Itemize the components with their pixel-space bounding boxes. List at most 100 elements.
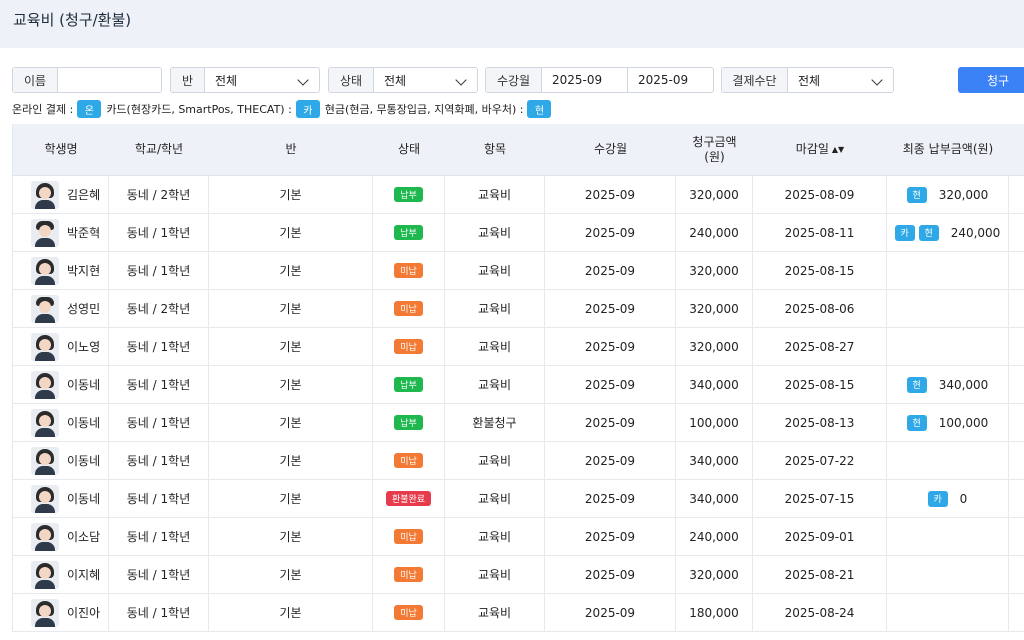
- school-value: 동네 / 1학년: [126, 454, 191, 468]
- period-to-input[interactable]: 2025-09: [628, 68, 713, 92]
- payment-method-tag: 카: [927, 490, 948, 507]
- amount-value: 240,000: [689, 529, 739, 544]
- table-row[interactable]: 이동네 동네 / 1학년 기본 납부 환불청구 2025-09 100,000 2025-08…: [13, 404, 1024, 442]
- col-due[interactable]: 마감일 ▲▼: [753, 124, 887, 175]
- paid-info: 현 100,000: [906, 414, 989, 431]
- paid-amount: 340,000: [938, 377, 989, 392]
- extra-cell: [1009, 404, 1024, 441]
- month-cell: 2025-09: [545, 328, 676, 365]
- class-cell: 기본: [209, 176, 373, 213]
- student-name[interactable]: 박지현: [67, 262, 100, 279]
- table-row[interactable]: 이지혜 동네 / 1학년 기본 미납 교육비 2025-09 320,000 2025-08-…: [13, 556, 1024, 594]
- item-value: 교육비: [477, 606, 512, 620]
- avatar-face: [39, 186, 51, 199]
- paid-cell: 카0: [887, 480, 1009, 517]
- item-value: 환불청구: [472, 416, 517, 430]
- payment-filter[interactable]: 결제수단 전체: [721, 67, 894, 93]
- table-row[interactable]: 박지현 동네 / 1학년 기본 미납 교육비 2025-09 320,000 2025-08-…: [13, 252, 1024, 290]
- status-filter-label: 상태: [329, 68, 374, 92]
- avatar: [31, 370, 59, 399]
- col-amount: 청구금액 (원): [676, 124, 753, 175]
- table-row[interactable]: 박준혁 동네 / 1학년 기본 납부 교육비 2025-09 240,000 2025-08-…: [13, 214, 1024, 252]
- status-select[interactable]: 전체: [374, 68, 477, 92]
- table-row[interactable]: 이동네 동네 / 1학년 기본 미납 교육비 2025-09 340,000 2025-07-…: [13, 442, 1024, 480]
- class-value: 기본: [279, 530, 302, 544]
- extra-cell: [1009, 594, 1024, 631]
- student-name[interactable]: 이진아: [67, 604, 100, 621]
- student-name[interactable]: 이동네: [67, 452, 100, 469]
- col-school: 학교/학년: [134, 142, 184, 156]
- name-input[interactable]: [58, 68, 161, 92]
- paid-amount: 100,000: [938, 415, 989, 430]
- class-select[interactable]: 전체: [205, 68, 319, 92]
- student-name[interactable]: 이지혜: [67, 566, 100, 583]
- month-cell: 2025-09: [545, 480, 676, 517]
- legend-cash-label: 현금(현금, 무통장입금, 지역화폐, 바우처) :: [324, 103, 524, 116]
- item-value: 교육비: [477, 302, 512, 316]
- month-value: 2025-09: [584, 377, 636, 392]
- payment-legend: 온라인 결제 : 온 카드(현장카드, SmartPos, THECAT) : …: [12, 100, 556, 118]
- student-name[interactable]: 성영민: [67, 300, 100, 317]
- cash-tag: 현: [527, 100, 552, 118]
- school-cell: 동네 / 1학년: [109, 594, 209, 631]
- item-cell: 교육비: [445, 480, 545, 517]
- chevron-down-icon: [297, 74, 309, 86]
- student-name[interactable]: 이동네: [67, 490, 100, 507]
- amount-value: 340,000: [689, 491, 739, 506]
- paid-info: 현 340,000: [906, 376, 989, 393]
- amount-cell: 320,000: [676, 328, 753, 365]
- extra-cell: [1009, 442, 1024, 479]
- status-badge: 미납: [394, 529, 423, 544]
- due-cell: 2025-08-15: [753, 252, 887, 289]
- student-name[interactable]: 이동네: [67, 414, 100, 431]
- student-name[interactable]: 이소담: [67, 528, 100, 545]
- table-row[interactable]: 이소담 동네 / 1학년 기본 미납 교육비 2025-09 240,000 2025-09-…: [13, 518, 1024, 556]
- amount-cell: 320,000: [676, 176, 753, 213]
- status-cell: 납부: [373, 176, 445, 213]
- card-tag: 카: [295, 100, 320, 118]
- class-value: 기본: [279, 606, 302, 620]
- school-cell: 동네 / 1학년: [109, 328, 209, 365]
- table-row[interactable]: 이노영 동네 / 1학년 기본 미납 교육비 2025-09 320,000 2025-08-…: [13, 328, 1024, 366]
- student-cell: 이동네: [13, 480, 109, 517]
- payment-select[interactable]: 전체: [788, 68, 893, 92]
- student-cell: 이소담: [13, 518, 109, 555]
- amount-cell: 320,000: [676, 290, 753, 327]
- item-value: 교육비: [477, 264, 512, 278]
- col-paid: 최종 납부금액(원): [902, 142, 994, 156]
- school-value: 동네 / 2학년: [126, 188, 191, 202]
- status-filter[interactable]: 상태 전체: [328, 67, 478, 93]
- class-value: 기본: [279, 264, 302, 278]
- month-value: 2025-09: [584, 491, 636, 506]
- status-cell: 미납: [373, 252, 445, 289]
- status-badge: 미납: [394, 453, 423, 468]
- table-row[interactable]: 이동네 동네 / 1학년 기본 환불완료 교육비 2025-09 340,000 2025-0…: [13, 480, 1024, 518]
- due-value: 2025-08-24: [784, 605, 855, 620]
- period-from-input[interactable]: 2025-09: [542, 68, 628, 92]
- student-name[interactable]: 박준혁: [67, 224, 100, 241]
- table-row[interactable]: 김은혜 동네 / 2학년 기본 납부 교육비 2025-09 320,000 2025-08-…: [13, 176, 1024, 214]
- avatar-face: [39, 338, 51, 351]
- sort-icon[interactable]: ▲▼: [832, 142, 844, 157]
- avatar-body: [35, 579, 55, 589]
- table-row[interactable]: 이동네 동네 / 1학년 기본 납부 교육비 2025-09 340,000 2025-08-…: [13, 366, 1024, 404]
- item-value: 교육비: [477, 454, 512, 468]
- legend-online-label: 온라인 결제 :: [12, 103, 74, 116]
- student-name[interactable]: 김은혜: [67, 186, 100, 203]
- payment-method-tag: 카: [894, 224, 915, 241]
- table-row[interactable]: 성영민 동네 / 2학년 기본 미납 교육비 2025-09 320,000 2025-08-…: [13, 290, 1024, 328]
- table-body: 김은혜 동네 / 2학년 기본 납부 교육비 2025-09 320,000 2025-08-…: [13, 176, 1024, 632]
- online-tag: 온: [77, 100, 102, 118]
- student-cell: 이진아: [13, 594, 109, 631]
- paid-amount: 320,000: [938, 187, 989, 202]
- due-value: 2025-08-21: [784, 567, 855, 582]
- class-filter[interactable]: 반 전체: [170, 67, 320, 93]
- paid-cell: [887, 518, 1009, 555]
- charge-button[interactable]: 청구: [958, 67, 1024, 93]
- table-row[interactable]: 이진아 동네 / 1학년 기본 미납 교육비 2025-09 180,000 2025-08-…: [13, 594, 1024, 632]
- status-cell: 납부: [373, 214, 445, 251]
- student-name[interactable]: 이동네: [67, 376, 100, 393]
- amount-value: 320,000: [689, 301, 739, 316]
- student-name[interactable]: 이노영: [67, 338, 100, 355]
- paid-cell: 카 현 240,000: [887, 214, 1009, 251]
